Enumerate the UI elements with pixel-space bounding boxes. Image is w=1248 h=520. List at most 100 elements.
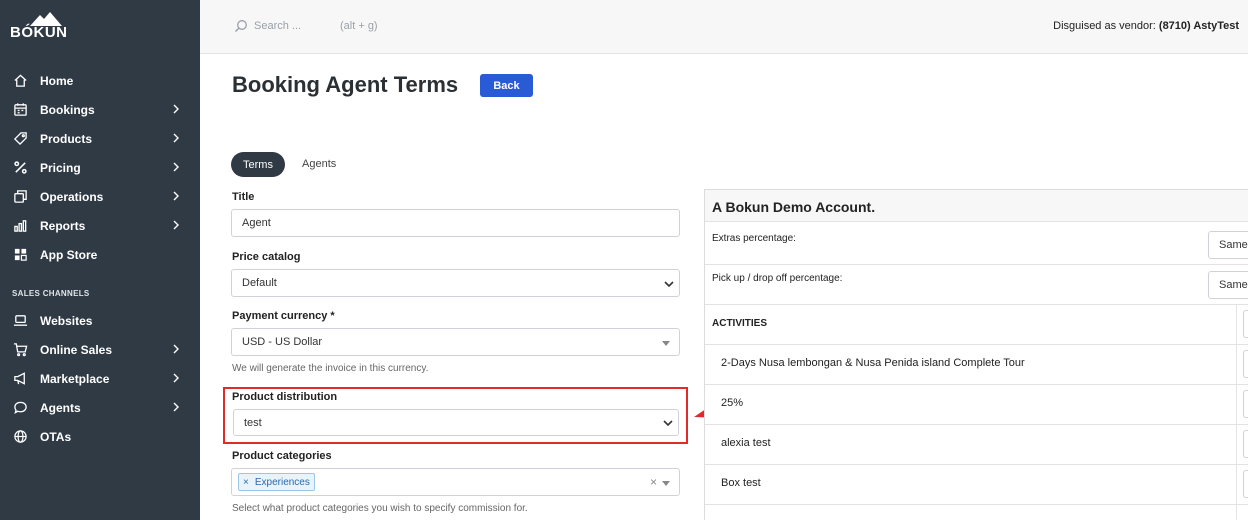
back-button[interactable]: Back xyxy=(480,74,533,97)
row-divider xyxy=(705,304,1248,305)
vendor-commission-panel: A Bokun Demo Account. Extras percentage:… xyxy=(704,189,1248,520)
search-shortcut-hint: (alt + g) xyxy=(340,20,378,32)
sidebar-item-bookings[interactable]: Bookings xyxy=(0,95,200,124)
sidebar-item-label: Operations xyxy=(40,189,104,204)
sales-channels-heading: SALES CHANNELS xyxy=(12,289,90,298)
sidebar-item-app-store[interactable]: App Store xyxy=(0,240,200,269)
payment-currency-value: USD - US Dollar xyxy=(242,336,323,348)
sidebar-item-otas[interactable]: OTAs xyxy=(0,422,200,451)
chevron-right-icon xyxy=(173,402,179,412)
panel-title: A Bokun Demo Account. xyxy=(712,199,876,215)
sidebar-item-label: Reports xyxy=(40,218,86,233)
disguise-vendor: (8710) AstyTest xyxy=(1158,20,1239,32)
sidebar-item-online-sales[interactable]: Online Sales xyxy=(0,335,200,364)
extras-value: Same xyxy=(1219,239,1248,251)
sidebar-item-operations[interactable]: Operations xyxy=(0,182,200,211)
payment-currency-help: We will generate the invoice in this cur… xyxy=(232,363,429,374)
chevron-right-icon xyxy=(173,133,179,143)
laptop-icon xyxy=(12,313,28,329)
row-divider xyxy=(705,504,1248,505)
product-distribution-value: test xyxy=(244,416,262,429)
tab-agents[interactable]: Agents xyxy=(302,158,336,170)
remove-tag-icon[interactable]: × xyxy=(243,477,249,488)
dropdown-triangle-icon xyxy=(662,481,670,486)
sidebar-item-label: Marketplace xyxy=(40,371,110,386)
extras-select[interactable]: Same xyxy=(1208,231,1248,259)
clear-selection-icon[interactable]: × xyxy=(650,475,657,489)
sidebar-item-websites[interactable]: Websites xyxy=(0,306,200,335)
calendar-icon xyxy=(12,102,28,118)
activities-heading: ACTIVITIES xyxy=(712,318,768,329)
row-divider xyxy=(705,384,1248,385)
disguise-prefix: Disguised as vendor: xyxy=(1053,20,1159,32)
extras-label: Extras percentage: xyxy=(712,233,796,244)
product-categories-label: Product categories xyxy=(232,450,332,462)
disguised-vendor-label: Disguised as vendor: (8710) AstyTest xyxy=(1053,20,1239,32)
payment-currency-select[interactable]: USD - US Dollar xyxy=(231,328,680,356)
chevron-right-icon xyxy=(173,162,179,172)
bokun-logo[interactable]: BÓKUN xyxy=(10,12,67,41)
dropdown-triangle-icon xyxy=(662,341,670,346)
chevron-right-icon xyxy=(173,191,179,201)
chevron-right-icon xyxy=(173,344,179,354)
row-divider xyxy=(705,464,1248,465)
activity-item: 2-Days Nusa lembongan & Nusa Penida isla… xyxy=(721,357,1025,369)
percent-icon xyxy=(12,160,28,176)
sidebar-item-label: OTAs xyxy=(40,429,72,444)
search-input[interactable]: Search ... xyxy=(254,20,301,32)
sidebar-item-label: Home xyxy=(40,73,74,88)
chat-icon xyxy=(12,400,28,416)
product-distribution-select[interactable]: test xyxy=(233,409,679,436)
activity-commission-input[interactable] xyxy=(1243,390,1248,418)
chevron-right-icon xyxy=(173,373,179,383)
sidebar-item-label: Online Sales xyxy=(40,342,113,357)
sidebar: BÓKUN Home Bookings Products Pricing Ope… xyxy=(0,0,200,520)
megaphone-icon xyxy=(12,371,28,387)
activity-item: Box test xyxy=(721,477,761,489)
activities-commission-input[interactable] xyxy=(1243,310,1248,338)
sidebar-item-pricing[interactable]: Pricing xyxy=(0,153,200,182)
chevron-down-icon xyxy=(664,281,674,288)
search-icon[interactable] xyxy=(234,19,248,33)
sidebar-item-products[interactable]: Products xyxy=(0,124,200,153)
sidebar-item-home[interactable]: Home xyxy=(0,66,200,95)
tab-terms[interactable]: Terms xyxy=(231,152,285,177)
title-label: Title xyxy=(232,191,255,203)
sidebar-item-label: Agents xyxy=(40,400,81,415)
price-catalog-label: Price catalog xyxy=(232,251,301,263)
product-categories-help: Select what product categories you wish … xyxy=(232,503,528,514)
sidebar-item-label: Websites xyxy=(40,313,93,328)
category-tag-label: Experiences xyxy=(254,476,310,488)
bar-chart-icon xyxy=(12,218,28,234)
title-input-value: Agent xyxy=(242,217,271,229)
row-divider xyxy=(705,344,1248,345)
pickup-label: Pick up / drop off percentage: xyxy=(712,273,843,284)
main-nav: Home Bookings Products Pricing Operation… xyxy=(0,66,200,269)
chevron-down-icon xyxy=(663,420,673,427)
title-input[interactable]: Agent xyxy=(231,209,680,237)
activity-commission-input[interactable] xyxy=(1243,430,1248,458)
grid-icon xyxy=(12,247,28,263)
chevron-right-icon xyxy=(173,220,179,230)
sidebar-item-marketplace[interactable]: Marketplace xyxy=(0,364,200,393)
category-tag[interactable]: × Experiences xyxy=(238,473,315,491)
product-distribution-label: Product distribution xyxy=(232,391,338,403)
sidebar-item-reports[interactable]: Reports xyxy=(0,211,200,240)
price-catalog-select[interactable]: Default xyxy=(231,269,680,297)
price-catalog-value: Default xyxy=(242,277,277,289)
pickup-value: Same xyxy=(1219,279,1248,291)
activity-item: alexia test xyxy=(721,437,771,449)
activity-commission-input[interactable] xyxy=(1243,470,1248,498)
globe-icon xyxy=(12,429,28,445)
payment-currency-label: Payment currency * xyxy=(232,310,335,322)
sidebar-item-label: Bookings xyxy=(40,102,95,117)
pickup-select[interactable]: Same xyxy=(1208,271,1248,299)
product-categories-multiselect[interactable]: × Experiences × xyxy=(231,468,680,496)
sidebar-item-agents[interactable]: Agents xyxy=(0,393,200,422)
sidebar-item-label: Pricing xyxy=(40,160,81,175)
tag-icon xyxy=(12,131,28,147)
copy-icon xyxy=(12,189,28,205)
activity-commission-input[interactable] xyxy=(1243,350,1248,378)
cart-icon xyxy=(12,342,28,358)
row-divider xyxy=(705,264,1248,265)
